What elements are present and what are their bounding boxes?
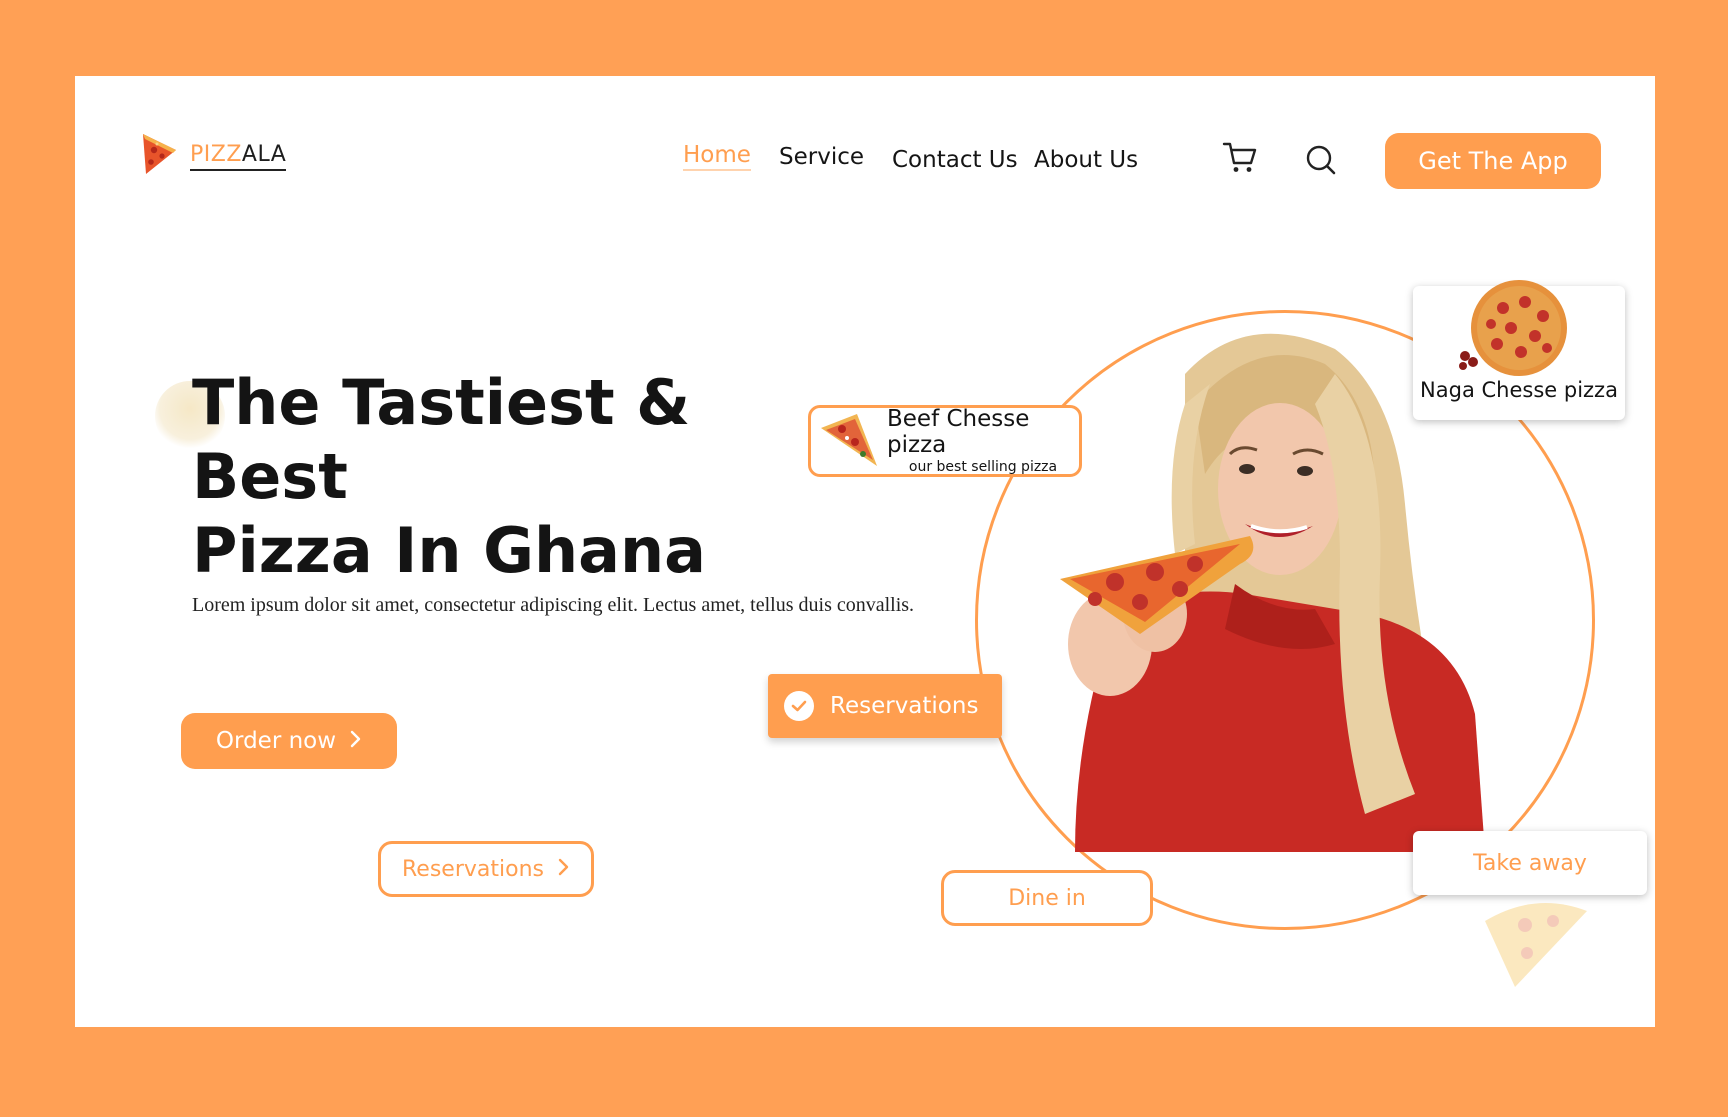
headline-line-1: The Tastiest & Best <box>192 366 691 513</box>
nav-home[interactable]: Home <box>683 142 751 171</box>
brand-logo[interactable]: PIZZALA <box>140 132 287 180</box>
dine-in-button[interactable]: Dine in <box>941 870 1153 926</box>
nav-about-us[interactable]: About Us <box>1034 147 1138 173</box>
naga-pizza-title: Naga Chesse pizza <box>1420 378 1618 402</box>
hero-description: Lorem ipsum dolor sit amet, consectetur … <box>192 594 915 616</box>
reservations-badge-label: Reservations <box>830 693 979 719</box>
nav-service[interactable]: Service <box>779 144 864 170</box>
hero-headline: The Tastiest & Best Pizza In Ghana <box>192 366 832 588</box>
page-card: PIZZALA Home Service Contact Us About Us… <box>75 76 1655 1027</box>
search-icon <box>1305 144 1337 180</box>
brand-name: PIZZALA <box>190 142 287 171</box>
search-button[interactable] <box>1299 140 1343 184</box>
pepperoni-pizza-icon <box>1453 278 1573 382</box>
naga-pizza-card[interactable]: Naga Chesse pizza <box>1413 280 1625 420</box>
pizza-slice-icon <box>140 132 178 180</box>
nav-contact-us[interactable]: Contact Us <box>892 147 1018 173</box>
dine-in-label: Dine in <box>1008 885 1086 911</box>
chevron-right-icon <box>350 728 362 754</box>
chevron-right-icon <box>558 857 570 882</box>
reservations-label: Reservations <box>402 856 544 882</box>
check-icon <box>784 691 814 721</box>
reservations-badge[interactable]: Reservations <box>768 674 1002 738</box>
order-now-label: Order now <box>215 728 337 754</box>
cart-icon <box>1222 141 1258 179</box>
pizza-slice-icon <box>817 410 881 472</box>
headline-line-2: Pizza In Ghana <box>192 514 706 587</box>
reservations-button[interactable]: Reservations <box>378 841 594 897</box>
take-away-button[interactable]: Take away <box>1413 831 1647 895</box>
beef-pizza-subtitle: our best selling pizza <box>908 459 1058 475</box>
beef-pizza-title: Beef Chesse pizza <box>887 406 1030 458</box>
get-the-app-button[interactable]: Get The App <box>1385 133 1601 189</box>
cart-button[interactable] <box>1218 138 1262 182</box>
pizza-slice-icon <box>1475 891 1595 995</box>
beef-pizza-card[interactable]: Beef Chesse pizza our best selling pizza <box>808 405 1082 477</box>
order-now-button[interactable]: Order now <box>181 713 397 769</box>
